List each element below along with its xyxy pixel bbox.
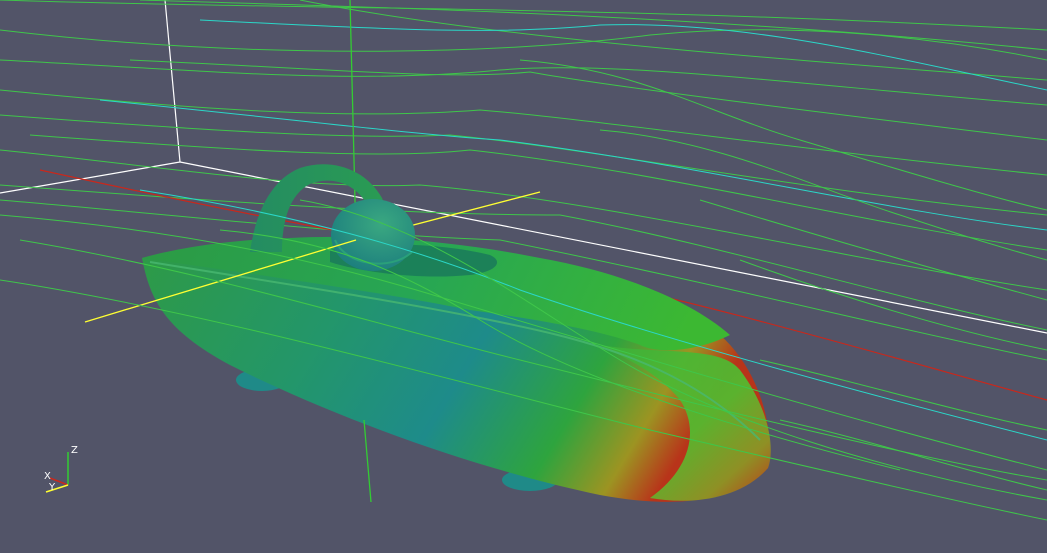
- car-model[interactable]: [142, 164, 771, 502]
- axis-label-z: Z: [71, 445, 78, 456]
- axis-label-y: Y: [48, 482, 56, 493]
- axis-label-x: X: [44, 471, 51, 482]
- orientation-axes: Z X Y: [44, 445, 78, 493]
- render-viewport[interactable]: Z X Y: [0, 0, 1047, 553]
- 3d-scene[interactable]: Z X Y: [0, 0, 1047, 553]
